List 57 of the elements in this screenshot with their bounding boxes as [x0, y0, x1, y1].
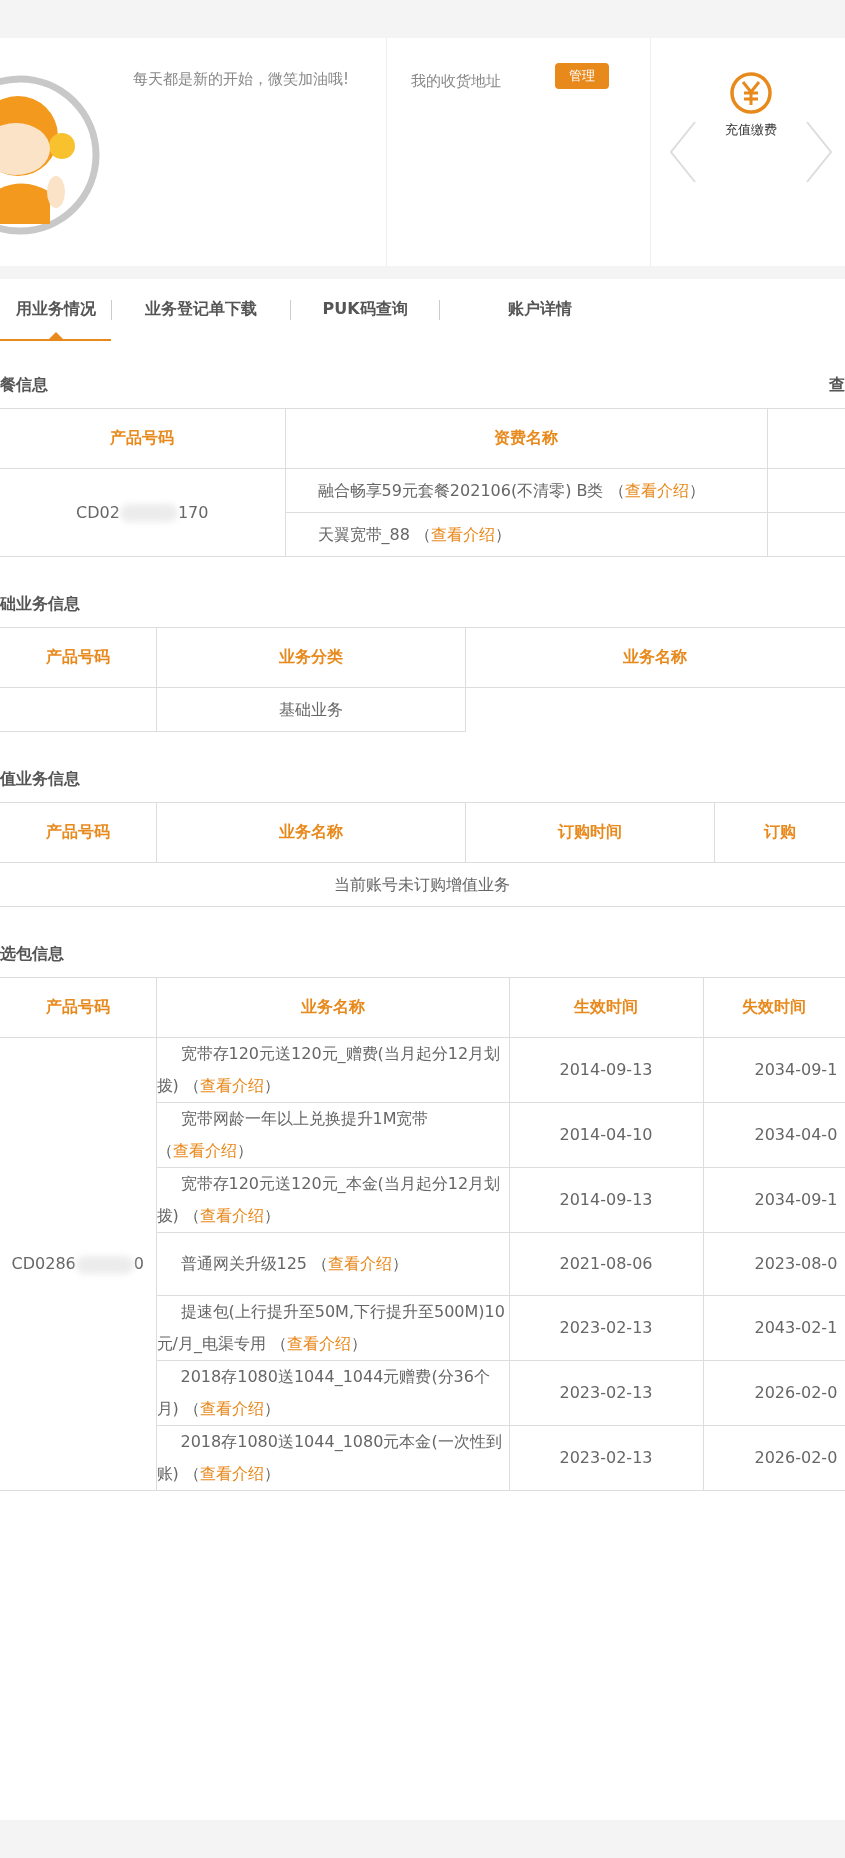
service-name-cell: 2018存1080送1044_1044元赠费(分36个月) （查看介绍）	[156, 1360, 509, 1426]
manage-button[interactable]: 管理	[555, 63, 609, 89]
column-header: 业务名称	[156, 977, 509, 1038]
category-cell: 基础业务	[156, 687, 465, 732]
address-label: 我的收货地址	[411, 72, 502, 91]
tab[interactable]: 用业务情况	[0, 279, 111, 341]
tab[interactable]: 业务登记单下载	[112, 279, 290, 341]
service-name-cell: 提速包(上行提升至50M,下行提升至500M)10元/月_电渠专用 （查看介绍）	[156, 1295, 509, 1361]
service-name-cell: 宽带存120元送120元_赠费(当月起分12月划拨) （查看介绍）	[156, 1037, 509, 1103]
view-details-link[interactable]: 查看介绍	[199, 1206, 264, 1225]
start-date-cell: 2021-08-06	[509, 1232, 703, 1296]
recharge-label[interactable]: 充值缴费	[725, 121, 777, 139]
column-header: 业务名称	[156, 802, 465, 863]
column-header: 业务分类	[156, 627, 465, 688]
service-name-cell: 宽带存120元送120元_本金(当月起分12月划拨) （查看介绍）	[156, 1167, 509, 1233]
section-title: 选包信息	[0, 943, 64, 965]
section-title: 餐信息	[0, 374, 48, 396]
service-name-cell: 宽带网龄一年以上兑换提升1M宽带（查看介绍）	[156, 1102, 509, 1168]
start-date-cell: 2023-02-13	[509, 1425, 703, 1491]
view-details-link[interactable]: 查看介绍	[199, 1464, 264, 1483]
view-details-link[interactable]: 查看介绍	[199, 1399, 264, 1418]
view-details-link[interactable]: 查看介绍	[328, 1254, 393, 1273]
view-details-link[interactable]: 查看介绍	[199, 1076, 264, 1095]
service-name-cell: 普通网关升级125 （查看介绍）	[156, 1232, 509, 1296]
service-name-cell: 2018存1080送1044_1080元本金(一次性到账) （查看介绍）	[156, 1425, 509, 1491]
column-header: 生效时间	[509, 977, 703, 1038]
chevron-right-icon[interactable]	[805, 120, 833, 184]
column-header: 产品号码	[0, 627, 156, 688]
column-header: 产品号码	[0, 408, 285, 469]
section-title: 础业务信息	[0, 593, 80, 615]
yen-coin-icon[interactable]	[729, 71, 773, 115]
tariff-name-cell: 天翼宽带_88 （查看介绍）	[285, 512, 767, 557]
start-date-cell: 2023-02-13	[509, 1360, 703, 1426]
product-number-cell: CD0286 0	[0, 1037, 156, 1491]
start-date-cell: 2023-02-13	[509, 1295, 703, 1361]
start-date-cell: 2014-04-10	[509, 1102, 703, 1168]
start-date-cell: 2014-09-13	[509, 1037, 703, 1103]
column-header: 产品号码	[0, 977, 156, 1038]
chevron-left-icon[interactable]	[669, 120, 697, 184]
view-details-link[interactable]: 查看介绍	[172, 1141, 237, 1160]
view-details-link[interactable]: 查看介绍	[287, 1334, 351, 1353]
slogan-text: 每天都是新的开始，微笑加油哦!	[133, 70, 349, 90]
query-link[interactable]: 查	[829, 374, 845, 396]
start-date-cell: 2014-09-13	[509, 1167, 703, 1233]
tab[interactable]: PUK码查询	[291, 279, 439, 341]
column-header: 产品号码	[0, 802, 156, 863]
tab[interactable]: 账户详情	[440, 279, 640, 341]
column-header: 业务名称	[465, 627, 845, 688]
view-details-link[interactable]: 查看介绍	[430, 524, 495, 544]
column-header: 订购时间	[465, 802, 714, 863]
column-header: 订购	[714, 802, 845, 863]
product-number-cell: CD02 170	[0, 468, 285, 557]
column-header: 失效时间	[703, 977, 845, 1038]
column-header: 资费名称	[285, 408, 767, 469]
section-title: 值业务信息	[0, 768, 80, 790]
tariff-name-cell: 融合畅享59元套餐202106(不清零) B类 （查看介绍）	[285, 468, 767, 513]
view-details-link[interactable]: 查看介绍	[624, 480, 689, 500]
